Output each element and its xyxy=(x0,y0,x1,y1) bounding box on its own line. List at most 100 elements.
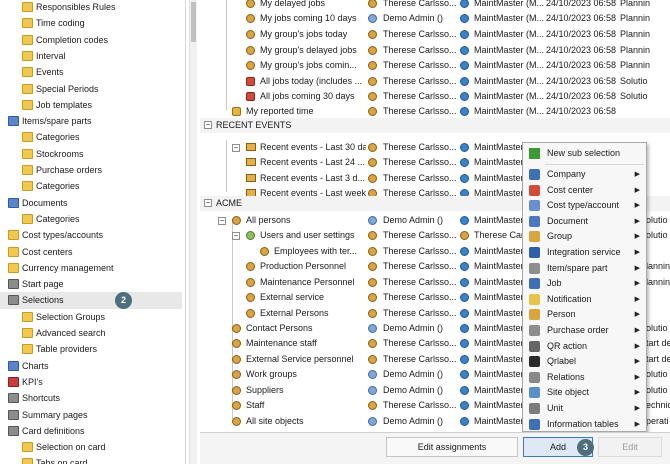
selection-row[interactable]: All jobs coming 30 days Therese Carlsso..… xyxy=(200,89,670,105)
menu-item[interactable]: Integration service ▶ xyxy=(523,245,646,261)
menu-item[interactable]: Cost type/account ▶ xyxy=(523,198,646,214)
modified-date: 24/10/2023 06:58 xyxy=(546,76,617,86)
nav-item[interactable]: Selections xyxy=(0,292,182,309)
menu-item[interactable]: Qrlabel ▶ xyxy=(523,354,646,370)
nav-item[interactable]: Card definitions xyxy=(0,423,182,439)
selection-row[interactable]: My group's delayed jobs Therese Carlsso..… xyxy=(200,43,670,59)
nav-scrollbar[interactable] xyxy=(189,0,197,464)
nav-item[interactable]: Items/spare parts xyxy=(0,113,182,129)
menu-item[interactable]: Information tables ▶ xyxy=(523,417,646,433)
selection-name: Recent events - Last 3 d... xyxy=(260,173,366,183)
owner-icon xyxy=(368,158,377,167)
selection-type-icon xyxy=(232,417,241,426)
nav-item[interactable]: Job templates xyxy=(0,97,182,113)
collapse-toggle[interactable]: − xyxy=(232,232,240,240)
nav-item[interactable]: Stockrooms xyxy=(0,146,182,162)
submenu-arrow-icon: ▶ xyxy=(634,311,640,319)
nav-item[interactable]: Currency management xyxy=(0,260,182,276)
selection-row[interactable]: My group's jobs today Therese Carlsso... M… xyxy=(200,27,670,43)
application-name: MaintMaster (M... xyxy=(474,29,544,39)
application-icon xyxy=(460,46,469,55)
nav-item[interactable]: Summary pages xyxy=(0,407,182,423)
selection-category: tart de xyxy=(646,354,670,364)
collapse-toggle[interactable]: − xyxy=(218,217,226,225)
documents-icon xyxy=(8,197,19,208)
nav-item[interactable]: Selection Groups xyxy=(0,309,182,325)
modified-date: 24/10/2023 06:58 xyxy=(546,13,617,23)
menu-item[interactable]: Document ▶ xyxy=(523,214,646,230)
nav-item[interactable]: Time coding xyxy=(0,15,182,31)
menu-item[interactable]: QR action ▶ xyxy=(523,339,646,355)
nav-item-label: Start page xyxy=(22,279,64,290)
submenu-arrow-icon: ▶ xyxy=(634,420,640,428)
nav-item[interactable]: Purchase orders xyxy=(0,162,182,178)
edit-assignments-button[interactable]: Edit assignments xyxy=(386,437,518,457)
owner-name: Demo Admin () xyxy=(383,13,444,23)
menu-item[interactable]: Site object ▶ xyxy=(523,385,646,401)
edit-button[interactable]: Edit xyxy=(598,437,662,457)
menu-item-label: Purchase order xyxy=(547,325,609,335)
nav-item[interactable]: Selection on card xyxy=(0,439,182,455)
nav-item[interactable]: Cost centers xyxy=(0,244,182,260)
selection-row[interactable]: My delayed jobs Therese Carlsso... MaintMa… xyxy=(200,0,670,12)
nav-item[interactable]: KPI's xyxy=(0,374,182,390)
menu-item[interactable]: Cost center ▶ xyxy=(523,183,646,199)
menu-item[interactable]: Job ▶ xyxy=(523,276,646,292)
collapse-toggle[interactable]: − xyxy=(204,199,212,207)
menu-item[interactable]: Item/spare part ▶ xyxy=(523,261,646,277)
nav-item[interactable]: Cost types/accounts xyxy=(0,227,182,243)
owner-icon xyxy=(368,14,377,23)
folder-icon xyxy=(8,262,19,273)
menu-item[interactable]: Relations ▶ xyxy=(523,370,646,386)
application-icon xyxy=(460,174,469,183)
selection-type-icon xyxy=(232,107,241,116)
menu-item-label: New sub selection xyxy=(547,148,621,158)
selection-type-icon xyxy=(246,309,255,318)
application-icon xyxy=(460,14,469,23)
selection-row[interactable]: All jobs today (includes ... Therese Carl… xyxy=(200,74,670,90)
menu-item-label: Person xyxy=(547,309,576,320)
menu-item[interactable]: Purchase order ▶ xyxy=(523,323,646,339)
menu-item[interactable]: Company ▶ xyxy=(523,167,646,183)
application-icon xyxy=(460,293,469,302)
submenu-arrow-icon: ▶ xyxy=(634,202,640,210)
menu-new-sub-selection[interactable]: New sub selection xyxy=(523,146,646,162)
folder-icon xyxy=(22,83,33,94)
nav-item[interactable]: Charts xyxy=(0,358,182,374)
nav-item[interactable]: Start page xyxy=(0,276,182,292)
nav-item[interactable]: Completion codes xyxy=(0,32,182,48)
submenu-arrow-icon: ▶ xyxy=(634,233,640,241)
nav-item[interactable]: Table providers xyxy=(0,341,182,357)
menu-item[interactable]: Person ▶ xyxy=(523,307,646,323)
nav-item[interactable]: Special Periods xyxy=(0,81,182,97)
nav-scrollbar-thumb[interactable] xyxy=(191,2,196,42)
collapse-toggle[interactable]: − xyxy=(204,121,212,129)
menu-item[interactable]: Notification ▶ xyxy=(523,292,646,308)
nav-item[interactable]: Categories xyxy=(0,178,182,194)
nav-item[interactable]: Tabs on card xyxy=(0,455,182,464)
selection-row[interactable]: My group's jobs comin... Therese Carlsso.… xyxy=(200,58,670,74)
selection-type-icon xyxy=(246,0,255,8)
selection-row[interactable]: My jobs coming 10 days Demo Admin () Maint… xyxy=(200,11,670,27)
nav-item[interactable]: Events xyxy=(0,64,182,80)
menu-item[interactable]: Unit ▶ xyxy=(523,401,646,417)
submenu-arrow-icon: ▶ xyxy=(634,389,640,397)
collapse-toggle[interactable]: − xyxy=(232,144,240,152)
selection-category: Solutio xyxy=(620,91,648,101)
menu-item[interactable]: Group ▶ xyxy=(523,229,646,245)
nav-item[interactable]: Categories xyxy=(0,211,182,227)
folder-icon xyxy=(22,181,33,192)
owner-icon xyxy=(368,293,377,302)
folder-icon xyxy=(22,165,33,175)
nav-item[interactable]: Interval xyxy=(0,48,182,64)
selection-category: perati xyxy=(646,416,669,426)
selection-category: Plannin xyxy=(620,29,651,39)
nav-item[interactable]: Advanced search xyxy=(0,325,182,341)
nav-item[interactable]: Documents xyxy=(0,195,182,211)
nav-item[interactable]: Responsibles Rules xyxy=(0,0,182,15)
nav-item[interactable]: Shortcuts xyxy=(0,390,182,406)
submenu-arrow-icon: ▶ xyxy=(634,186,640,194)
nav-item[interactable]: Categories xyxy=(0,129,182,145)
folder-icon xyxy=(22,18,33,29)
section-recent-events[interactable]: − RECENT EVENTS xyxy=(200,118,670,133)
